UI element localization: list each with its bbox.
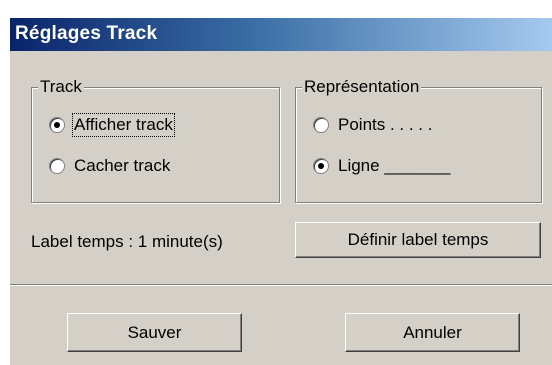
radio-checked-icon[interactable] bbox=[313, 158, 329, 174]
track-group-legend: Track bbox=[38, 77, 84, 97]
cancel-button[interactable]: Annuler bbox=[345, 313, 520, 352]
points-radio[interactable]: Points . . . . . bbox=[313, 115, 432, 135]
time-label-text: Label temps : 1 minute(s) bbox=[31, 232, 223, 251]
define-time-label-button-text: Définir label temps bbox=[347, 230, 489, 249]
title-bar[interactable]: Réglages Track bbox=[10, 18, 552, 51]
radio-checked-icon[interactable] bbox=[49, 117, 65, 133]
save-button-text: Sauver bbox=[127, 322, 182, 342]
define-time-label-button[interactable]: Définir label temps bbox=[295, 222, 541, 258]
window-title: Réglages Track bbox=[15, 23, 158, 44]
hide-track-radio[interactable]: Cacher track bbox=[49, 156, 170, 176]
radio-unchecked-icon[interactable] bbox=[49, 158, 65, 174]
representation-group-legend: Représentation bbox=[302, 77, 422, 97]
representation-group: Représentation Points . . . . . Ligne __… bbox=[295, 77, 542, 203]
points-label[interactable]: Points . . . . . bbox=[338, 115, 432, 135]
track-group: Track Afficher track Cacher track bbox=[31, 77, 280, 203]
separator bbox=[10, 284, 552, 286]
track-settings-dialog: Réglages Track Track Afficher track Cach… bbox=[9, 18, 552, 365]
line-radio[interactable]: Ligne _______ bbox=[313, 156, 451, 176]
cancel-button-text: Annuler bbox=[403, 322, 462, 342]
hide-track-label[interactable]: Cacher track bbox=[74, 156, 170, 176]
show-track-radio[interactable]: Afficher track bbox=[49, 113, 175, 137]
show-track-label[interactable]: Afficher track bbox=[72, 113, 175, 137]
save-button[interactable]: Sauver bbox=[67, 313, 242, 352]
line-label[interactable]: Ligne _______ bbox=[338, 156, 451, 176]
radio-unchecked-icon[interactable] bbox=[313, 117, 329, 133]
